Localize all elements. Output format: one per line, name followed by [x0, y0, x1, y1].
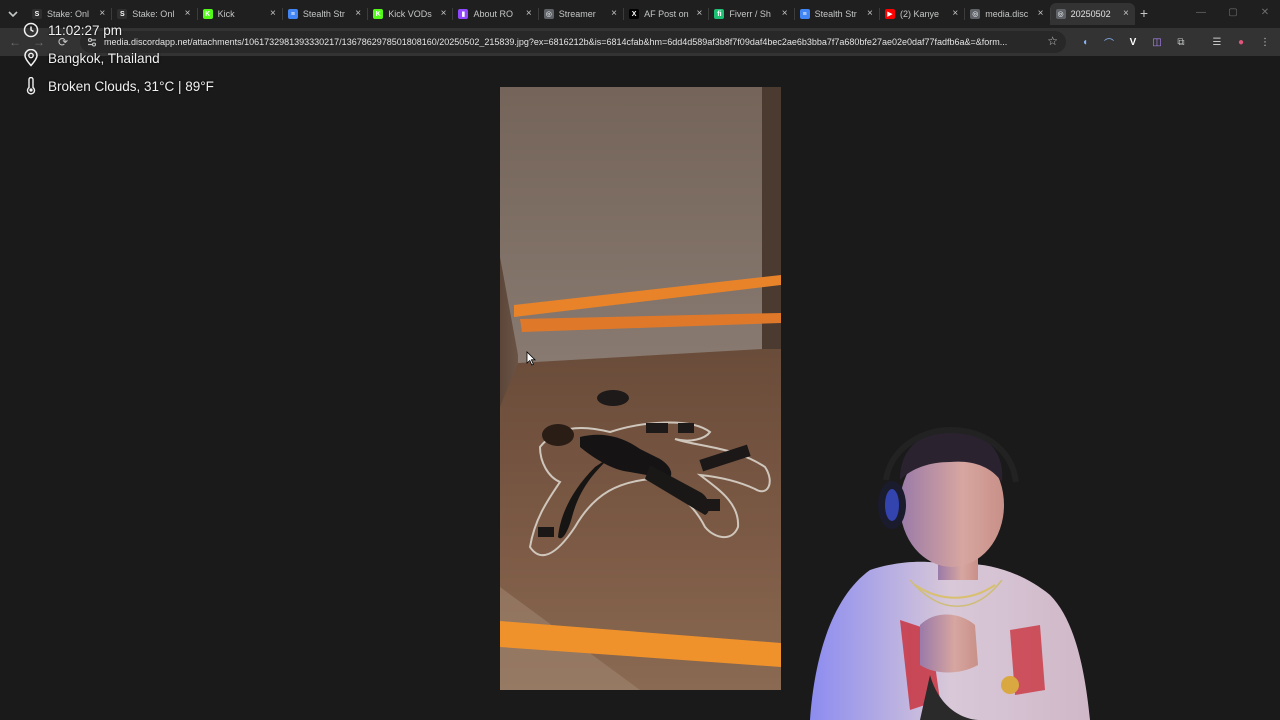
tab-label: About RO — [473, 9, 514, 19]
crime-scene-photo — [500, 87, 781, 690]
back-button[interactable]: ← — [8, 35, 22, 49]
x-icon: X — [629, 9, 640, 19]
minimize-button[interactable]: — — [1196, 6, 1206, 20]
tab-close-icon[interactable]: × — [438, 9, 448, 19]
docs-icon: ≡ — [287, 9, 298, 19]
extension-twitch-icon[interactable]: ◫ — [1150, 35, 1164, 49]
browser-tab[interactable]: K Kick VODs × — [367, 3, 452, 25]
browser-menu-icon[interactable]: ⋮ — [1258, 35, 1272, 49]
browser-tab[interactable]: S Stake: Onl × — [111, 3, 196, 25]
tab-close-icon[interactable]: × — [1036, 9, 1046, 19]
tab-label: Stake: Onl — [47, 9, 90, 19]
browser-tab[interactable]: X AF Post on × — [623, 3, 708, 25]
maximize-button[interactable]: ▢ — [1228, 6, 1238, 20]
window-controls: — ▢ ✕ — [1196, 6, 1270, 20]
docs-icon: ≡ — [799, 9, 810, 19]
globe-icon: ◎ — [543, 9, 554, 19]
tab-label: Kick — [217, 9, 235, 19]
youtube-icon: ▶ — [884, 9, 895, 19]
tab-close-icon[interactable]: × — [694, 9, 704, 19]
tab-close-icon[interactable]: × — [183, 9, 193, 19]
new-tab-button[interactable]: + — [1137, 5, 1151, 21]
tab-label: Kick VODs — [388, 9, 432, 19]
extension-ghost-icon[interactable]: ◖ — [1078, 35, 1092, 49]
overlay-location: Bangkok, Thailand — [22, 49, 160, 67]
tab-label: Stake: Onl — [132, 9, 175, 19]
thermometer-icon — [22, 77, 40, 95]
browser-tab[interactable]: ◎ media.disc × — [964, 3, 1049, 25]
tab-label: Streamer — [558, 9, 596, 19]
tab-close-icon[interactable]: × — [950, 9, 960, 19]
tab-label: Fiverr / Sh — [729, 9, 771, 19]
browser-tab[interactable]: K Kick × — [196, 3, 282, 25]
browser-tab[interactable]: fi Fiverr / Sh × — [708, 3, 793, 25]
overlay-location-text: Bangkok, Thailand — [48, 50, 160, 66]
tab-label: Stealth Str — [302, 9, 345, 19]
extensions-puzzle-icon[interactable]: ⧉ — [1174, 35, 1188, 49]
overlay-clock: 11:02:27 pm — [22, 21, 122, 39]
tab-strip: S Stake: Onl × S Stake: Onl × K Kick × ≡ Stealth S… — [0, 0, 1280, 28]
viewed-image[interactable] — [500, 87, 781, 690]
clock-icon — [22, 21, 40, 39]
profile-avatar-icon[interactable]: ● — [1234, 35, 1248, 49]
browser-tab[interactable]: ▮ About RO × — [452, 3, 537, 25]
kick-icon: K — [373, 9, 384, 19]
extension-arc-icon[interactable]: ⌒ — [1102, 35, 1116, 50]
tab-label: media.disc — [985, 9, 1029, 19]
twitch-icon: ▮ — [458, 9, 469, 19]
browser-toolbar: ← → ⟳ media.discordapp.net/attachments/1… — [0, 28, 1280, 56]
overlay-weather-text: Broken Clouds, 31°C | 89°F — [48, 78, 214, 94]
tab-close-icon[interactable]: × — [268, 9, 278, 19]
tab-label: AF Post on — [644, 9, 689, 19]
browser-tab[interactable]: ◎ Streamer × — [537, 3, 623, 25]
browser-tab[interactable]: ≡ Stealth Str × — [281, 3, 367, 25]
browser-tab[interactable]: ▶ (2) Kanye × — [878, 3, 964, 25]
tab-list: S Stake: Onl × S Stake: Onl × K Kick × ≡ Stealth S… — [26, 3, 1135, 25]
overlay-time: 11:02:27 pm — [48, 22, 123, 38]
stake-icon: S — [32, 9, 42, 19]
tab-close-icon[interactable]: × — [353, 9, 363, 19]
mouse-cursor-icon — [526, 351, 536, 366]
browser-tab[interactable]: ≡ Stealth Str × — [793, 3, 879, 25]
tab-label: Stealth Str — [814, 9, 857, 19]
url-text[interactable]: media.discordapp.net/attachments/1061732… — [104, 37, 1038, 47]
tab-label: (2) Kanye — [899, 9, 939, 19]
tab-close-icon[interactable]: × — [865, 9, 875, 19]
tab-close-icon[interactable]: × — [780, 9, 790, 19]
fiverr-icon: fi — [714, 9, 725, 19]
tab-close-icon[interactable]: × — [524, 9, 534, 19]
tab-search-chevron-icon[interactable] — [5, 6, 21, 22]
globe-icon: ◎ — [970, 9, 981, 19]
overlay-weather: Broken Clouds, 31°C | 89°F — [22, 77, 214, 95]
tab-close-icon[interactable]: × — [1121, 9, 1131, 19]
globe-icon: ◎ — [1055, 9, 1066, 19]
webcam-feed — [790, 420, 1100, 720]
kick-icon: K — [202, 9, 213, 19]
tab-close-icon[interactable]: × — [97, 9, 107, 19]
reading-list-icon[interactable]: ☰ — [1210, 35, 1224, 49]
location-pin-icon — [22, 49, 40, 67]
bookmark-star-icon[interactable]: ☆ — [1047, 34, 1058, 48]
extension-v-icon[interactable]: V — [1126, 35, 1140, 49]
streamer-webcam-image — [810, 426, 1090, 720]
address-bar[interactable]: media.discordapp.net/attachments/1061732… — [80, 31, 1066, 53]
tab-label: 20250502 — [1070, 9, 1111, 19]
close-window-button[interactable]: ✕ — [1260, 6, 1270, 20]
tab-close-icon[interactable]: × — [609, 9, 619, 19]
stake-icon: S — [117, 9, 128, 19]
browser-tab[interactable]: ◎ 20250502 × — [1049, 3, 1135, 25]
